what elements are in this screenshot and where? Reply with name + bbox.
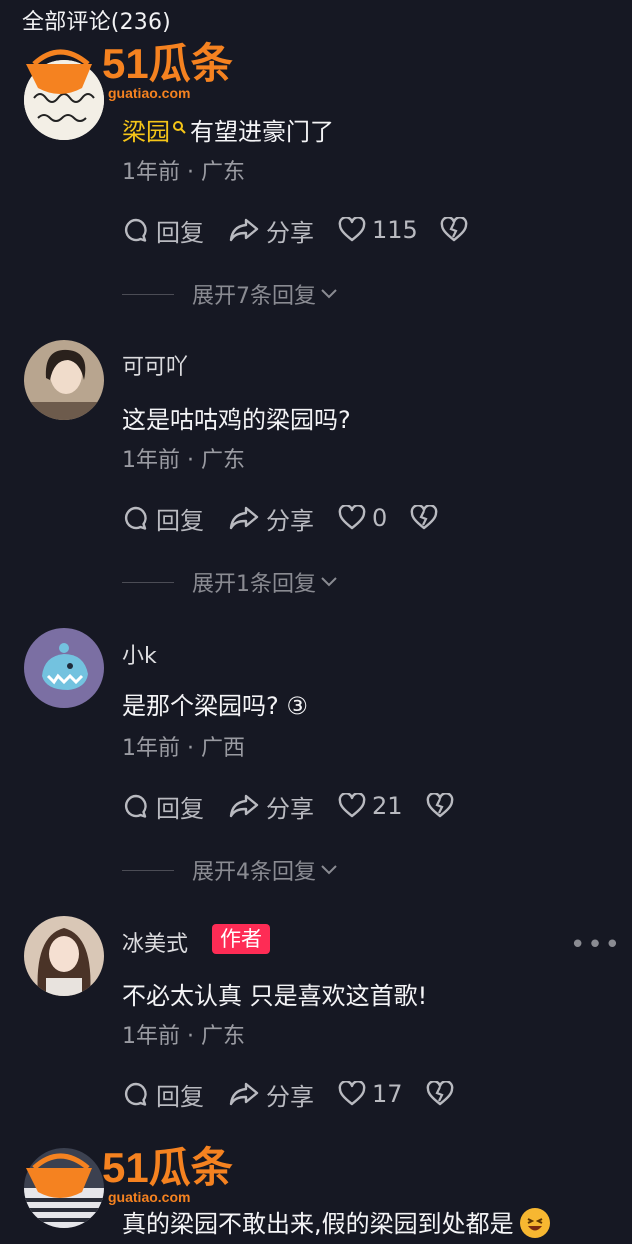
comment-actions: 回复 分享 0 xyxy=(122,502,602,535)
chevron-down-icon xyxy=(321,865,337,875)
comment-bubble-icon xyxy=(124,506,147,530)
comment-actions: 回复 分享 17 xyxy=(122,1078,602,1111)
share-button[interactable]: 分享 xyxy=(228,790,314,823)
expand-replies[interactable]: 展开7条回复 xyxy=(122,279,338,309)
comment-meta: 1年前 · 广东 xyxy=(122,160,245,185)
reply-button[interactable]: 回复 xyxy=(122,502,204,535)
heart-icon xyxy=(338,793,366,818)
author-badge: 作者 xyxy=(212,924,270,954)
dislike-button[interactable] xyxy=(426,790,454,822)
more-options-button[interactable]: ••• xyxy=(570,930,622,960)
comment-bubble-icon xyxy=(124,1082,147,1106)
broken-heart-icon xyxy=(440,217,468,242)
heart-icon xyxy=(338,1081,366,1106)
expand-replies[interactable]: 展开4条回复 xyxy=(122,855,338,885)
comment-meta: 1年前 · 广东 xyxy=(122,1024,245,1049)
comment-bubble-icon xyxy=(124,794,147,818)
share-button[interactable]: 分享 xyxy=(228,214,314,247)
like-button[interactable]: 0 xyxy=(338,502,387,534)
broken-heart-icon xyxy=(410,505,438,530)
svg-text:51瓜条: 51瓜条 xyxy=(102,1144,233,1191)
comment-meta: 1年前 · 广西 xyxy=(122,736,245,761)
share-button[interactable]: 分享 xyxy=(228,1078,314,1111)
like-button[interactable]: 115 xyxy=(338,214,418,246)
username[interactable]: 可可吖 xyxy=(122,349,188,381)
heart-icon xyxy=(338,505,366,530)
reply-button[interactable]: 回复 xyxy=(122,214,204,247)
search-icon[interactable] xyxy=(172,120,186,134)
username[interactable]: 冰美式 xyxy=(122,926,188,958)
svg-text:51瓜条: 51瓜条 xyxy=(102,40,233,87)
laughing-emoji-icon xyxy=(519,1208,550,1238)
broken-heart-icon xyxy=(426,793,454,818)
comments-header: 全部评论(236) xyxy=(22,10,171,35)
dislike-button[interactable] xyxy=(426,1078,454,1110)
share-button[interactable]: 分享 xyxy=(228,502,314,535)
share-arrow-icon xyxy=(229,1082,259,1106)
comment-actions: 回复 分享 115 xyxy=(122,214,602,247)
reply-button[interactable]: 回复 xyxy=(122,1078,204,1111)
comment-text: 不必太认真 只是喜欢这首歌! xyxy=(122,982,428,1010)
watermark-logo: 51瓜条 guatiao.com xyxy=(22,34,252,104)
avatar[interactable] xyxy=(24,340,104,420)
comment-text: 这是咕咕鸡的梁园吗? xyxy=(122,406,351,434)
like-button[interactable]: 17 xyxy=(338,1078,403,1110)
expand-replies[interactable]: 展开1条回复 xyxy=(122,567,338,597)
mention-link[interactable]: 梁园 xyxy=(122,118,170,146)
reply-button[interactable]: 回复 xyxy=(122,790,204,823)
chevron-down-icon xyxy=(321,577,337,587)
avatar[interactable] xyxy=(24,628,104,708)
comment-text: 是那个梁园吗? ③ xyxy=(122,692,308,720)
dislike-button[interactable] xyxy=(410,502,438,534)
like-button[interactable]: 21 xyxy=(338,790,403,822)
broken-heart-icon xyxy=(426,1081,454,1106)
avatar[interactable] xyxy=(24,916,104,996)
chevron-down-icon xyxy=(321,289,337,299)
svg-text:guatiao.com: guatiao.com xyxy=(108,85,190,101)
share-arrow-icon xyxy=(229,218,259,242)
username[interactable]: 小k xyxy=(122,638,157,670)
share-arrow-icon xyxy=(229,506,259,530)
comment-text: 真的梁园不敢出来,假的梁园到处都是 xyxy=(122,1204,550,1239)
dislike-button[interactable] xyxy=(440,214,468,246)
comment-bubble-icon xyxy=(124,218,147,242)
svg-text:guatiao.com: guatiao.com xyxy=(108,1189,190,1205)
share-arrow-icon xyxy=(229,794,259,818)
watermark-logo: 51瓜条 guatiao.com xyxy=(22,1138,252,1208)
comment-meta: 1年前 · 广东 xyxy=(122,448,245,473)
comment-text: 梁园 有望进豪门了 xyxy=(122,118,334,146)
heart-icon xyxy=(338,217,366,242)
comment-actions: 回复 分享 21 xyxy=(122,790,602,823)
